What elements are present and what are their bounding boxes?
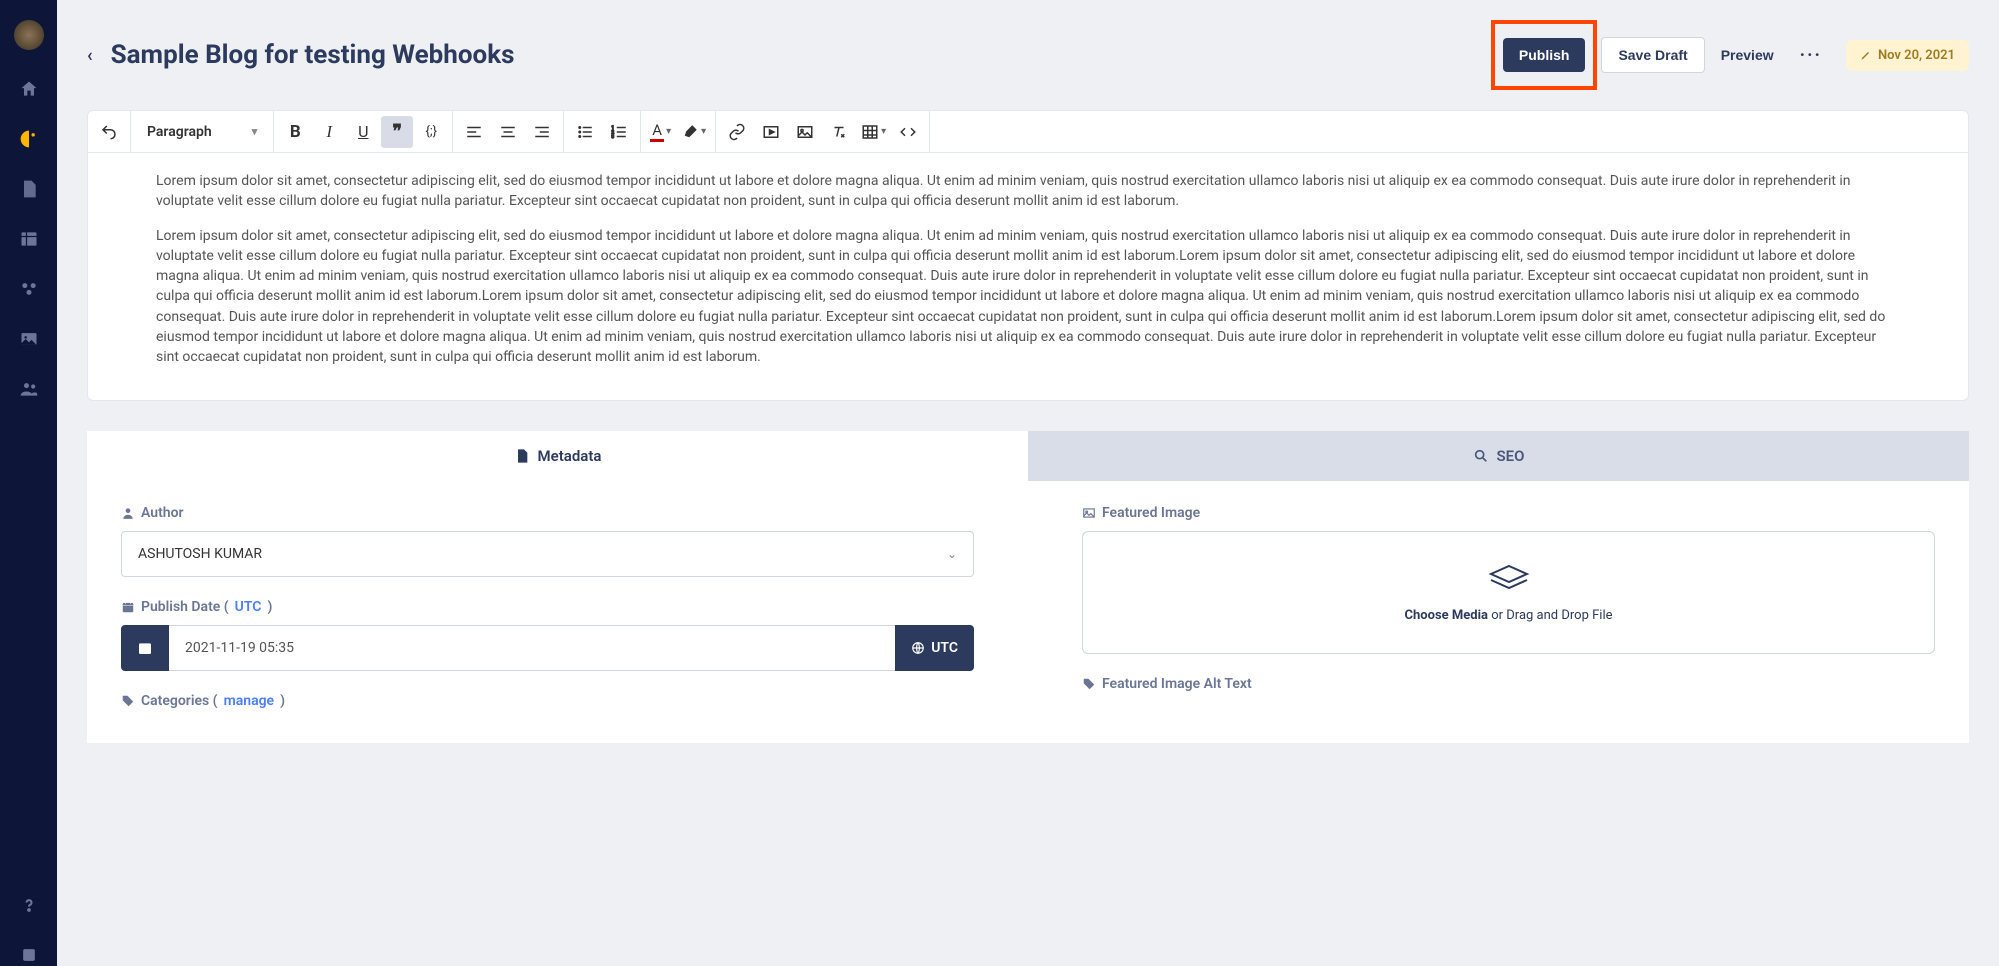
main-content: ‹ Sample Blog for testing Webhooks Publi…: [57, 0, 1999, 966]
tab-metadata[interactable]: Metadata: [87, 431, 1028, 481]
block-style-select[interactable]: Paragraph ▾: [135, 124, 269, 140]
file-icon: [514, 448, 530, 464]
undo-button[interactable]: [93, 116, 125, 148]
link-button[interactable]: [721, 116, 753, 148]
tag-icon: [1082, 677, 1096, 691]
more-button[interactable]: ···: [1790, 37, 1832, 74]
publish-date-input[interactable]: 2021-11-19 05:35: [169, 625, 895, 671]
home-icon[interactable]: [18, 78, 40, 100]
bold-button[interactable]: B: [279, 116, 311, 148]
calendar-icon: [121, 600, 135, 614]
paragraph-1: Lorem ipsum dolor sit amet, consectetur …: [156, 171, 1900, 212]
dropzone-text: Choose Media or Drag and Drop File: [1113, 608, 1904, 623]
globe-icon: [911, 641, 925, 655]
video-button[interactable]: [755, 116, 787, 148]
text-color-button[interactable]: A▾: [646, 116, 675, 148]
publish-button[interactable]: Publish: [1503, 38, 1586, 72]
search-icon: [1473, 448, 1489, 464]
code-button[interactable]: {;}: [415, 116, 447, 148]
utc-addon[interactable]: UTC: [895, 625, 974, 671]
table-icon[interactable]: [18, 228, 40, 250]
back-button[interactable]: ‹: [87, 45, 93, 66]
align-center-button[interactable]: [492, 116, 524, 148]
manage-link[interactable]: manage: [224, 693, 275, 709]
italic-button[interactable]: I: [313, 116, 345, 148]
publish-date-label: Publish Date ( UTC ): [121, 599, 974, 615]
align-right-button[interactable]: [526, 116, 558, 148]
calendar-addon[interactable]: [121, 625, 169, 671]
editor-toolbar: Paragraph ▾ B I U ❞ {;}: [88, 111, 1968, 153]
blog-icon[interactable]: [18, 128, 40, 150]
help-icon[interactable]: [18, 894, 40, 916]
chevron-down-icon: ▾: [252, 125, 258, 138]
preview-button[interactable]: Preview: [1705, 38, 1790, 72]
highlight-button[interactable]: ▾: [677, 116, 710, 148]
calendar-icon: [137, 640, 153, 656]
svg-text:3: 3: [612, 134, 615, 140]
author-label: Author: [121, 505, 974, 521]
page-header: ‹ Sample Blog for testing Webhooks Publi…: [87, 20, 1969, 90]
metadata-panel: Author ASHUTOSH KUMAR ⌄ Publish Date ( U…: [87, 481, 1969, 743]
source-button[interactable]: [892, 116, 924, 148]
tag-icon: [121, 694, 135, 708]
page-title: Sample Blog for testing Webhooks: [111, 40, 1473, 70]
publish-highlight: Publish: [1491, 20, 1598, 90]
date-pill[interactable]: Nov 20, 2021: [1846, 40, 1969, 71]
bullet-list-button[interactable]: [569, 116, 601, 148]
author-value: ASHUTOSH KUMAR: [138, 546, 262, 562]
clear-format-button[interactable]: [823, 116, 855, 148]
tab-seo[interactable]: SEO: [1028, 431, 1969, 481]
blockquote-button[interactable]: ❞: [381, 116, 413, 148]
meta-right-column: Featured Image Choose Media or Drag and …: [1048, 505, 1969, 719]
collapse-icon[interactable]: [18, 944, 40, 966]
header-actions: Publish Save Draft Preview ··· Nov 20, 2…: [1491, 20, 1969, 90]
underline-button[interactable]: U: [347, 116, 379, 148]
editor-body[interactable]: Lorem ipsum dolor sit amet, consectetur …: [88, 153, 1968, 400]
featured-image-label: Featured Image: [1082, 505, 1935, 521]
user-icon: [121, 506, 135, 520]
sidebar: [0, 0, 57, 966]
align-left-button[interactable]: [458, 116, 490, 148]
modules-icon[interactable]: [18, 278, 40, 300]
pencil-icon: [1860, 49, 1872, 61]
users-icon[interactable]: [18, 378, 40, 400]
meta-left-column: Author ASHUTOSH KUMAR ⌄ Publish Date ( U…: [87, 505, 1008, 719]
editor-panel: Paragraph ▾ B I U ❞ {;}: [87, 110, 1969, 401]
meta-tabs: Metadata SEO: [87, 431, 1969, 481]
tab-seo-label: SEO: [1497, 447, 1525, 465]
block-style-label: Paragraph: [147, 124, 212, 140]
tab-metadata-label: Metadata: [538, 447, 602, 465]
image-button[interactable]: [789, 116, 821, 148]
paragraph-2: Lorem ipsum dolor sit amet, consectetur …: [156, 226, 1900, 368]
page-icon[interactable]: [18, 178, 40, 200]
table-button[interactable]: ▾: [857, 116, 890, 148]
featured-image-dropzone[interactable]: Choose Media or Drag and Drop File: [1082, 531, 1935, 654]
layers-icon: [1485, 562, 1533, 594]
avatar[interactable]: [14, 20, 44, 50]
numbered-list-button[interactable]: 123: [603, 116, 635, 148]
publish-date-input-group: 2021-11-19 05:35 UTC: [121, 625, 974, 671]
chevron-down-icon: ⌄: [947, 547, 957, 561]
media-icon[interactable]: [18, 328, 40, 350]
date-label: Nov 20, 2021: [1878, 48, 1955, 63]
image-icon: [1082, 506, 1096, 520]
save-draft-button[interactable]: Save Draft: [1601, 37, 1704, 73]
author-select[interactable]: ASHUTOSH KUMAR ⌄: [121, 531, 974, 577]
categories-label: Categories (manage): [121, 693, 974, 709]
alt-text-label: Featured Image Alt Text: [1082, 676, 1935, 692]
